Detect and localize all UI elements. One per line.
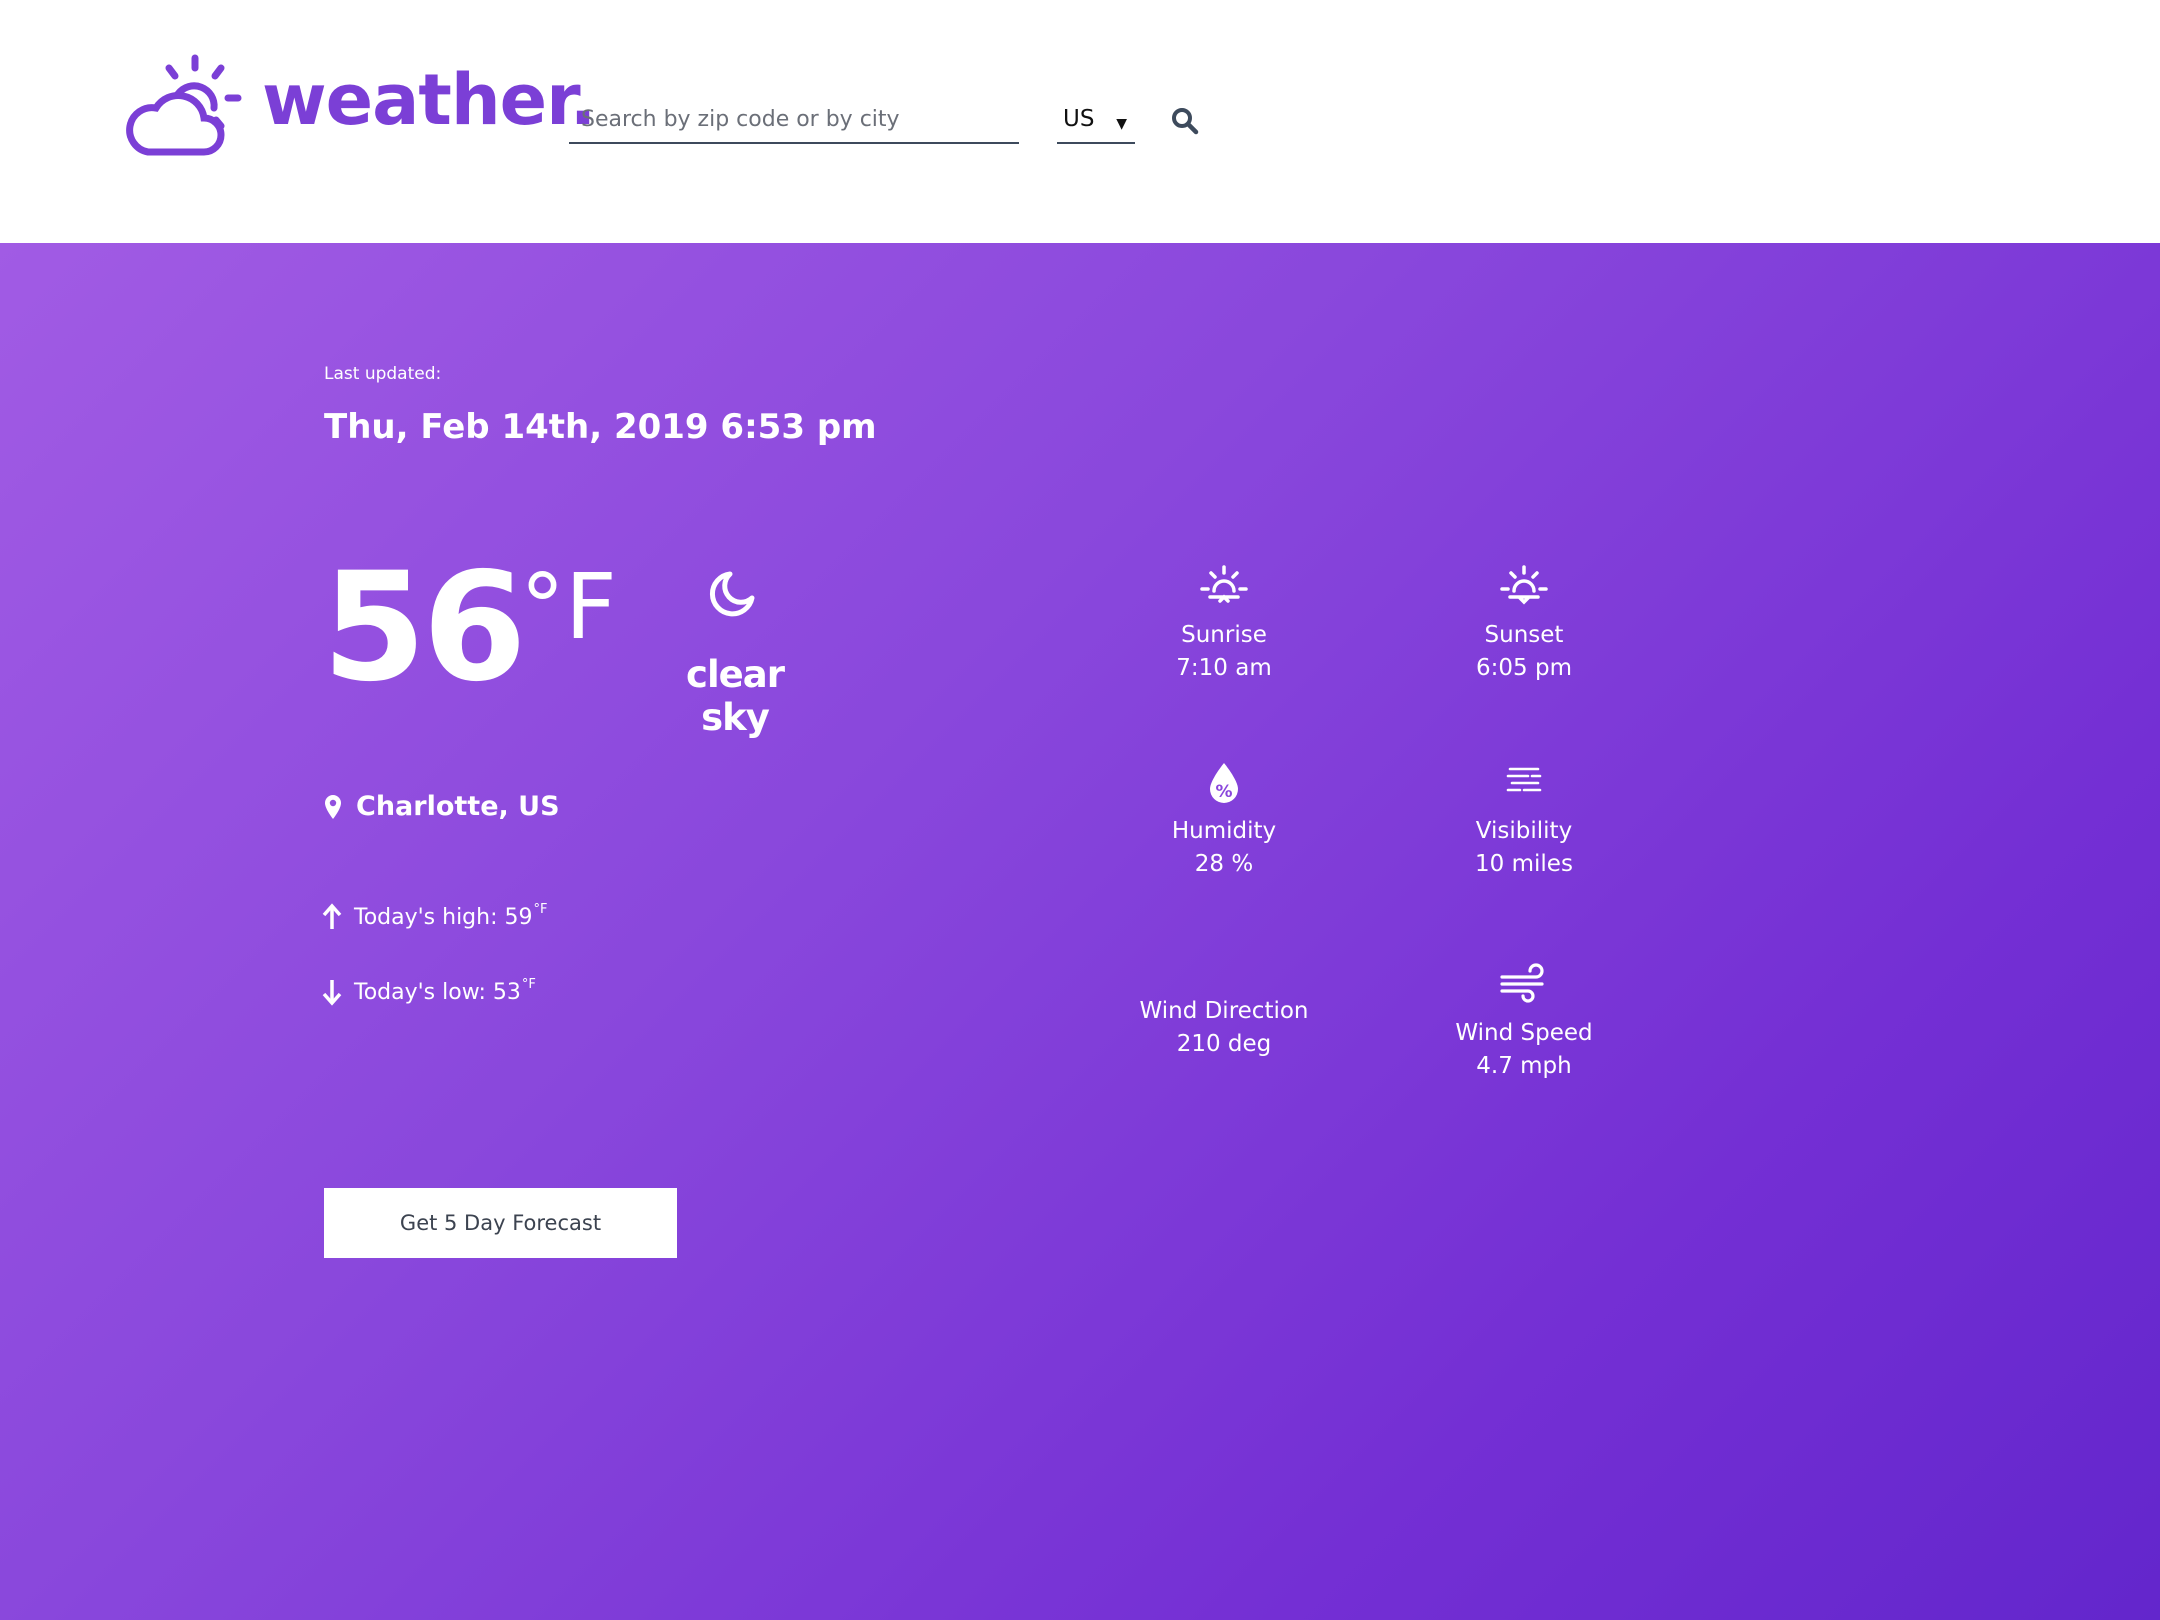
wind-icon — [1500, 963, 1544, 1003]
sunrise-label: Sunrise — [1181, 622, 1267, 648]
stat-wind-direction: Wind Direction 210 deg — [1094, 995, 1354, 1061]
sunset-label: Sunset — [1484, 622, 1564, 648]
low-unit: °F — [521, 976, 536, 992]
stat-wind-speed: Wind Speed 4.7 mph — [1394, 963, 1654, 1083]
stat-sunrise: Sunrise 7:10 am — [1094, 565, 1354, 685]
high-label: Today's high: 59 — [354, 904, 533, 930]
location-pin-icon — [325, 794, 341, 819]
arrow-up-icon — [322, 903, 342, 929]
wind-direction-value: 210 deg — [1176, 1031, 1272, 1057]
location-name: Charlotte, US — [356, 791, 560, 822]
chevron-down-icon: ▼ — [1116, 116, 1127, 132]
weather-panel: Last updated: Thu, Feb 14th, 2019 6:53 p… — [0, 243, 2160, 1620]
fog-icon — [1506, 767, 1542, 792]
country-select[interactable]: US ▼ — [1057, 96, 1135, 144]
last-updated-date: Thu, Feb 14th, 2019 6:53 pm — [324, 407, 877, 447]
humidity-value: 28 % — [1194, 851, 1254, 877]
visibility-label: Visibility — [1475, 818, 1573, 844]
moon-icon — [709, 571, 755, 617]
search-input[interactable] — [569, 96, 1019, 142]
sunset-icon — [1500, 565, 1548, 605]
header: weather. US ▼ — [0, 0, 2160, 243]
forecast-button[interactable]: Get 5 Day Forecast — [324, 1188, 677, 1258]
logo[interactable]: weather. — [118, 54, 596, 158]
sunrise-icon — [1200, 565, 1248, 603]
location: Charlotte, US — [324, 791, 560, 822]
stat-humidity: % Humidity 28 % — [1094, 761, 1354, 881]
wind-speed-value: 4.7 mph — [1476, 1053, 1572, 1079]
sunset-value: 6:05 pm — [1476, 655, 1572, 681]
stat-sunset: Sunset 6:05 pm — [1394, 565, 1654, 685]
wind-direction-label: Wind Direction — [1139, 998, 1309, 1024]
brand-name: weather. — [262, 59, 596, 141]
last-updated-label: Last updated: — [324, 364, 442, 384]
todays-high: Today's high: 59 °F — [322, 901, 548, 931]
todays-low: Today's low: 53 °F — [322, 976, 536, 1006]
temperature: 56 — [322, 541, 527, 715]
temperature-unit: °F — [520, 555, 617, 660]
stat-visibility: Visibility 10 miles — [1394, 761, 1654, 881]
svg-text:%: % — [1215, 782, 1232, 802]
arrow-down-icon — [322, 980, 342, 1006]
condition: clear sky — [686, 653, 785, 739]
wind-speed-label: Wind Speed — [1455, 1020, 1593, 1046]
sunrise-value: 7:10 am — [1176, 655, 1272, 681]
country-value: US — [1063, 106, 1095, 132]
search-icon[interactable] — [1170, 106, 1200, 136]
search-field — [569, 96, 1019, 144]
low-label: Today's low: 53 — [354, 979, 521, 1005]
humidity-label: Humidity — [1171, 818, 1277, 844]
humidity-icon: % — [1210, 763, 1238, 803]
high-unit: °F — [533, 901, 548, 917]
cloud-sun-icon — [126, 54, 242, 156]
visibility-value: 10 miles — [1475, 851, 1573, 877]
